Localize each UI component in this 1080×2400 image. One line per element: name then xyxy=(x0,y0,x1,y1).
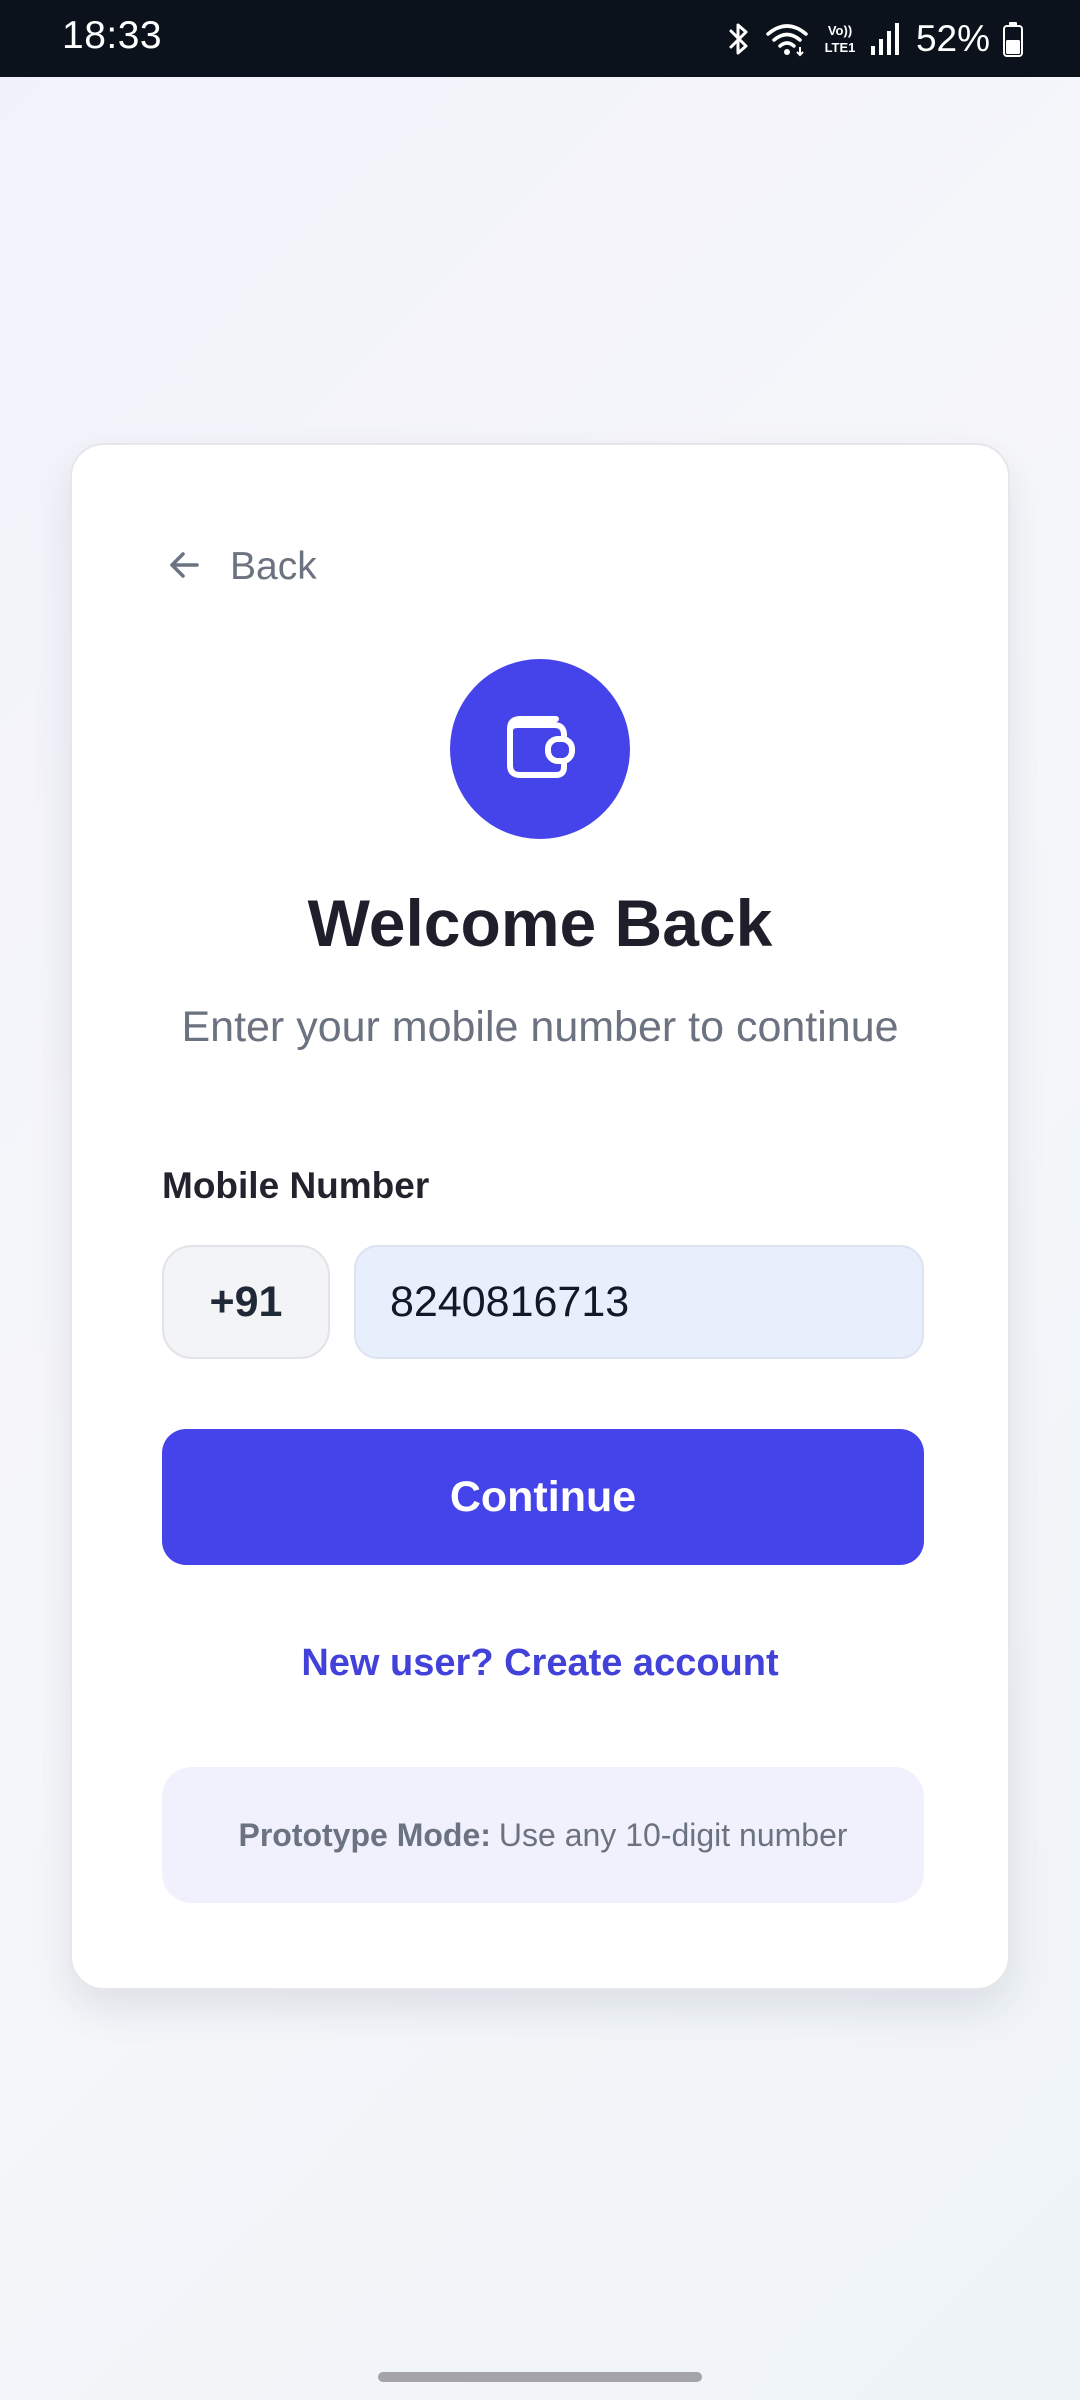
country-code-selector[interactable]: +91 xyxy=(162,1245,330,1359)
battery-icon xyxy=(1002,21,1024,57)
bluetooth-icon xyxy=(726,21,752,57)
app-logo xyxy=(450,659,630,839)
wifi-icon xyxy=(764,21,810,57)
login-card: Back Welcome Back Enter your mobile numb… xyxy=(70,443,1010,1990)
mobile-number-input[interactable] xyxy=(354,1245,924,1359)
mobile-number-label: Mobile Number xyxy=(162,1165,430,1206)
svg-text:LTE1: LTE1 xyxy=(825,40,856,55)
volte-icon: Vo)) LTE1 xyxy=(822,21,858,57)
page-subtitle: Enter your mobile number to continue xyxy=(181,1003,899,1051)
create-account-link[interactable]: New user? Create account xyxy=(72,1642,1008,1685)
back-label: Back xyxy=(230,545,317,588)
arrow-left-icon xyxy=(164,545,204,590)
svg-text:Vo)): Vo)) xyxy=(828,23,852,38)
notice-heading: Prototype Mode: xyxy=(238,1816,491,1853)
home-indicator[interactable] xyxy=(378,2372,702,2382)
status-time: 18:33 xyxy=(62,14,163,57)
status-icons: Vo)) LTE1 52% xyxy=(726,17,1024,61)
signal-icon xyxy=(870,22,900,56)
status-bar: 18:33 Vo)) LTE1 52% xyxy=(0,0,1080,77)
battery-percent: 52% xyxy=(915,18,990,59)
wallet-icon xyxy=(498,705,582,794)
page-title: Welcome Back xyxy=(307,886,773,960)
prototype-mode-notice: Prototype Mode: Use any 10-digit number xyxy=(162,1767,924,1903)
notice-text: Use any 10-digit number xyxy=(498,1816,848,1853)
continue-button[interactable]: Continue xyxy=(162,1429,924,1565)
back-button[interactable]: Back xyxy=(164,537,317,597)
